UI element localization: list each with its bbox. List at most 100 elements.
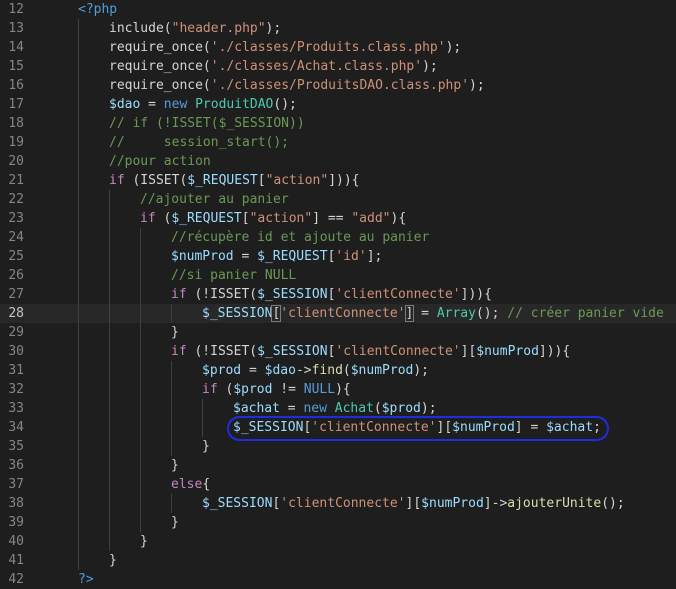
line-number: 17 bbox=[8, 97, 24, 112]
code-line[interactable]: 37 else{ bbox=[0, 475, 676, 494]
indent-guide bbox=[78, 361, 79, 380]
code-text[interactable]: } bbox=[109, 551, 117, 570]
code-editor[interactable]: 12 <?php 13 include("header.php"); 14 require… bbox=[0, 0, 676, 588]
indent-guide bbox=[171, 494, 172, 513]
code-text[interactable]: $numProd = $_REQUEST['id']; bbox=[171, 247, 382, 266]
indent-guide bbox=[109, 285, 110, 304]
indent-guide bbox=[140, 513, 141, 532]
code-token: ][ bbox=[460, 344, 477, 359]
code-token: ( bbox=[155, 211, 172, 226]
code-text[interactable]: $dao = new ProduitDAO(); bbox=[109, 95, 297, 114]
code-text[interactable]: $prod = $dao->find($numProd); bbox=[202, 361, 429, 380]
code-text[interactable]: if (!ISSET($_SESSION['clientConnecte']))… bbox=[171, 285, 492, 304]
code-text[interactable]: //pour action bbox=[109, 152, 211, 171]
line-number: 19 bbox=[8, 135, 24, 150]
code-line[interactable]: 19 // session_start(); bbox=[0, 133, 676, 152]
code-text[interactable]: // session_start(); bbox=[109, 133, 289, 152]
code-line[interactable]: 12 <?php bbox=[0, 0, 676, 19]
code-text[interactable]: if (!ISSET($_SESSION['clientConnecte'][$… bbox=[171, 342, 570, 361]
indent-guide bbox=[140, 475, 141, 494]
line-number: 29 bbox=[8, 325, 24, 340]
bracket-match-highlight bbox=[271, 305, 282, 322]
code-line[interactable]: 25 $numProd = $_REQUEST['id']; bbox=[0, 247, 676, 266]
code-token: $achat bbox=[233, 401, 280, 416]
line-number: 25 bbox=[8, 249, 24, 264]
code-token: (!ISSET( bbox=[186, 287, 258, 302]
code-text[interactable]: //récupère id et ajoute au panier bbox=[171, 228, 429, 247]
code-text[interactable]: // if (!ISSET($_SESSION)) bbox=[109, 114, 305, 133]
code-text[interactable]: } bbox=[140, 532, 148, 551]
code-text[interactable]: } bbox=[202, 437, 210, 456]
code-token: "action" bbox=[265, 173, 329, 188]
indent-guide bbox=[109, 304, 110, 323]
code-line[interactable]: 36} bbox=[0, 456, 676, 475]
code-token: ] == bbox=[312, 211, 352, 226]
code-text[interactable]: } bbox=[171, 513, 179, 532]
code-line[interactable]: 22 //ajouter au panier bbox=[0, 190, 676, 209]
code-token: ajouterUnite bbox=[507, 496, 602, 511]
code-line[interactable]: 21 if (ISSET($_REQUEST["action"])){ bbox=[0, 171, 676, 190]
code-text[interactable]: require_once('./classes/Achat.class.php'… bbox=[109, 57, 438, 76]
code-text[interactable]: //ajouter au panier bbox=[140, 190, 289, 209]
code-line[interactable]: 13 include("header.php"); bbox=[0, 19, 676, 38]
code-line[interactable]: 38 $_SESSION['clientConnecte'][$numProd]-… bbox=[0, 494, 676, 513]
line-number: 30 bbox=[8, 344, 24, 359]
code-token: (); bbox=[273, 97, 297, 112]
indent-guide bbox=[109, 437, 110, 456]
code-line[interactable]: 24 //récupère id et ajoute au panier bbox=[0, 228, 676, 247]
indent-guide bbox=[78, 247, 79, 266]
code-text[interactable]: require_once('./classes/Produits.class.p… bbox=[109, 38, 461, 57]
indent-guide bbox=[78, 532, 79, 551]
indent-guide bbox=[78, 304, 79, 323]
line-number: 26 bbox=[8, 268, 24, 283]
code-text[interactable]: $_SESSION['clientConnecte'][$numProd]->a… bbox=[202, 494, 625, 513]
code-text[interactable]: } bbox=[171, 323, 179, 342]
code-token: (!ISSET( bbox=[186, 344, 258, 359]
code-text[interactable]: //si panier NULL bbox=[171, 266, 296, 285]
code-line[interactable]: 27 if (!ISSET($_SESSION['clientConnecte']… bbox=[0, 285, 676, 304]
code-text[interactable]: if (ISSET($_REQUEST["action"])){ bbox=[109, 171, 360, 190]
code-line[interactable]: 30 if (!ISSET($_SESSION['clientConnecte']… bbox=[0, 342, 676, 361]
code-text[interactable]: ?> bbox=[78, 570, 94, 589]
code-token: if bbox=[140, 211, 156, 226]
code-line[interactable]: 42 ?> bbox=[0, 570, 676, 589]
code-line[interactable]: 26 //si panier NULL bbox=[0, 266, 676, 285]
code-token: //pour action bbox=[109, 154, 211, 169]
code-line[interactable]: 41} bbox=[0, 551, 676, 570]
code-line[interactable]: 34 $_SESSION['clientConnecte'][$numProd] … bbox=[0, 416, 676, 441]
code-line[interactable]: 31 $prod = $dao->find($numProd); bbox=[0, 361, 676, 380]
code-token: ); bbox=[469, 78, 485, 93]
indent-guide bbox=[140, 380, 141, 399]
code-line[interactable]: 32 if ($prod != NULL){ bbox=[0, 380, 676, 399]
indent-guide bbox=[78, 76, 79, 95]
code-token: ); bbox=[265, 21, 282, 36]
indent-guide bbox=[140, 361, 141, 380]
code-line[interactable]: 39} bbox=[0, 513, 676, 532]
code-text[interactable]: } bbox=[171, 456, 179, 475]
code-line[interactable]: 40} bbox=[0, 532, 676, 551]
code-line[interactable]: 20 //pour action bbox=[0, 152, 676, 171]
code-text[interactable]: if ($prod != NULL){ bbox=[202, 380, 351, 399]
code-token: <?php bbox=[78, 2, 118, 17]
code-line[interactable]: 23 if ($_REQUEST["action"] == "add"){ bbox=[0, 209, 676, 228]
code-line[interactable]: 17 $dao = new ProduitDAO(); bbox=[0, 95, 676, 114]
code-token: = bbox=[241, 363, 265, 378]
indent-guide bbox=[109, 399, 110, 418]
code-token: new bbox=[303, 401, 327, 416]
code-text[interactable]: else{ bbox=[171, 475, 210, 494]
code-line[interactable]: 28 $_SESSION['clientConnecte'] = Array();… bbox=[0, 304, 676, 323]
code-line[interactable]: 29} bbox=[0, 323, 676, 342]
indent-guide bbox=[78, 399, 79, 418]
code-text[interactable]: require_once('./classes/ProduitsDAO.clas… bbox=[109, 76, 485, 95]
code-line[interactable]: 15 require_once('./classes/Achat.class.ph… bbox=[0, 57, 676, 76]
indent-guide bbox=[78, 171, 79, 190]
code-line[interactable]: 35} bbox=[0, 437, 676, 456]
code-line[interactable]: 16 require_once('./classes/ProduitsDAO.cl… bbox=[0, 76, 676, 95]
code-token: ?> bbox=[78, 572, 94, 587]
line-number: 28 bbox=[8, 306, 24, 321]
code-line[interactable]: 14 require_once('./classes/Produits.class… bbox=[0, 38, 676, 57]
code-text[interactable]: <?php bbox=[78, 0, 117, 19]
code-text[interactable]: include("header.php"); bbox=[109, 19, 281, 38]
code-text[interactable]: if ($_REQUEST["action"] == "add"){ bbox=[140, 209, 406, 228]
code-line[interactable]: 18 // if (!ISSET($_SESSION)) bbox=[0, 114, 676, 133]
